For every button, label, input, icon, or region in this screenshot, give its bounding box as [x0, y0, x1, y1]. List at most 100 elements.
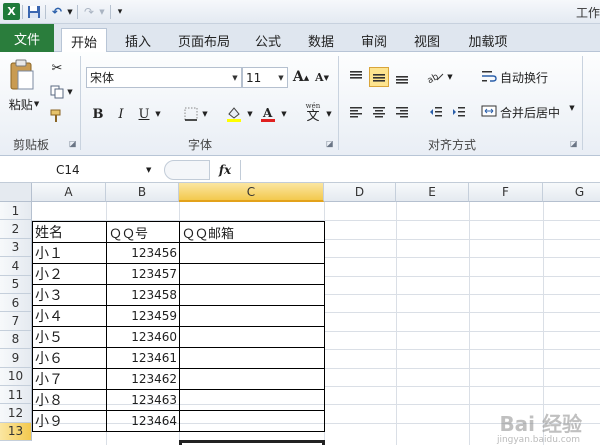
tab-formulas[interactable]: 公式	[248, 28, 288, 52]
undo-dropdown-icon[interactable]: ▼	[66, 3, 74, 20]
row-header[interactable]: 8	[0, 330, 32, 350]
align-top-icon[interactable]	[346, 67, 366, 87]
save-icon[interactable]	[26, 3, 41, 20]
cell-qq[interactable]: 123464	[106, 410, 180, 433]
underline-button[interactable]: U	[136, 104, 152, 124]
redo-dropdown-icon[interactable]: ▼	[98, 3, 106, 20]
grow-font-button[interactable]: A ▲	[293, 67, 309, 87]
tab-review[interactable]: 审阅	[354, 28, 394, 52]
cell-name[interactable]: 小１	[32, 242, 107, 265]
fill-color-dropdown-icon[interactable]: ▼	[246, 104, 254, 124]
column-header-a[interactable]: A	[32, 183, 106, 202]
italic-button[interactable]: I	[113, 104, 129, 124]
font-name-select[interactable]: 宋体 ▼	[86, 67, 242, 88]
cell-qq[interactable]: 123459	[106, 305, 180, 328]
increase-indent-icon[interactable]	[449, 102, 469, 122]
font-size-select[interactable]: 11 ▼	[242, 67, 288, 88]
worksheet-grid[interactable]: A B C D E F G 1 2 3 4 5 6 7 8 9 10 11 12…	[0, 183, 600, 445]
active-cell-c14[interactable]	[179, 440, 325, 445]
paste-button[interactable]: 粘贴 ▼	[6, 96, 42, 112]
borders-icon[interactable]	[182, 104, 200, 124]
tab-insert[interactable]: 插入	[115, 28, 161, 52]
merge-center-button[interactable]: 合并后居中	[481, 102, 560, 122]
font-launcher-icon[interactable]: ◪	[326, 139, 334, 148]
cell-name[interactable]: 小９	[32, 410, 107, 433]
row-header[interactable]: 2	[0, 220, 32, 239]
select-all-corner[interactable]	[0, 183, 32, 202]
cell-qq[interactable]: 123457	[106, 263, 180, 286]
font-color-icon[interactable]: A	[258, 104, 278, 124]
cell-qq[interactable]: 123460	[106, 326, 180, 349]
row-header[interactable]: 1	[0, 202, 32, 221]
column-header-e[interactable]: E	[396, 183, 469, 202]
align-center-icon[interactable]	[369, 102, 389, 122]
column-header-b[interactable]: B	[106, 183, 179, 202]
clipboard-launcher-icon[interactable]: ◪	[69, 139, 77, 148]
cell-email[interactable]	[179, 389, 325, 412]
column-header-g[interactable]: G	[543, 183, 600, 202]
decrease-indent-icon[interactable]	[426, 102, 446, 122]
orientation-dropdown-icon[interactable]: ▼	[446, 67, 454, 87]
row-header[interactable]: 10	[0, 367, 32, 386]
cell-qq[interactable]: 123463	[106, 389, 180, 412]
cell-name[interactable]: 小５	[32, 326, 107, 349]
alignment-launcher-icon[interactable]: ◪	[570, 139, 578, 148]
format-painter-icon[interactable]	[48, 108, 66, 124]
tab-file[interactable]: 文件	[0, 24, 54, 52]
row-header[interactable]: 3	[0, 238, 32, 258]
wrap-text-button[interactable]: 自动换行	[481, 67, 548, 87]
undo-icon[interactable]: ↶	[50, 3, 64, 20]
phonetic-dropdown-icon[interactable]: ▼	[325, 104, 333, 124]
cell-name[interactable]: 小２	[32, 263, 107, 286]
cell-name[interactable]: 小８	[32, 389, 107, 412]
align-bottom-icon[interactable]	[392, 67, 412, 87]
row-header[interactable]: 7	[0, 312, 32, 331]
cell-email[interactable]	[179, 305, 325, 328]
cell-name[interactable]: 小３	[32, 284, 107, 307]
header-cell-name[interactable]: 姓名	[32, 221, 107, 244]
row-header[interactable]: 9	[0, 349, 32, 368]
cell-name[interactable]: 小４	[32, 305, 107, 328]
align-left-icon[interactable]	[346, 102, 366, 122]
underline-dropdown-icon[interactable]: ▼	[154, 104, 162, 124]
row-header[interactable]: 13	[0, 422, 32, 442]
bold-button[interactable]: B	[90, 104, 106, 124]
row-header[interactable]: 4	[0, 257, 32, 276]
cell-name[interactable]: 小７	[32, 368, 107, 391]
tab-home[interactable]: 开始	[61, 28, 107, 53]
cell-email[interactable]	[179, 368, 325, 391]
row-header[interactable]: 5	[0, 275, 32, 294]
merge-dropdown-icon[interactable]: ▼	[568, 104, 576, 112]
row-header[interactable]: 11	[0, 386, 32, 405]
tab-page-layout[interactable]: 页面布局	[172, 28, 236, 52]
cut-icon[interactable]: ✂	[48, 60, 66, 76]
name-box[interactable]: C14	[4, 160, 160, 180]
font-color-dropdown-icon[interactable]: ▼	[280, 104, 288, 124]
row-header[interactable]: 12	[0, 404, 32, 423]
cell-email[interactable]	[179, 263, 325, 286]
insert-function-icon[interactable]: fx	[214, 160, 236, 180]
header-cell-email[interactable]: ＱＱ邮箱	[179, 221, 325, 244]
cell-email[interactable]	[179, 347, 325, 370]
header-cell-qq[interactable]: ＱＱ号	[106, 221, 180, 244]
cell-qq[interactable]: 123456	[106, 242, 180, 265]
align-right-icon[interactable]	[392, 102, 412, 122]
cell-qq[interactable]: 123462	[106, 368, 180, 391]
orientation-icon[interactable]: ab	[426, 67, 446, 87]
fill-color-icon[interactable]	[224, 104, 244, 124]
tab-view[interactable]: 视图	[407, 28, 447, 52]
customize-qat-icon[interactable]: ▾	[115, 3, 125, 20]
cell-email[interactable]	[179, 326, 325, 349]
cell-qq[interactable]: 123461	[106, 347, 180, 370]
tab-data[interactable]: 数据	[301, 28, 341, 52]
column-header-c[interactable]: C	[179, 183, 324, 202]
formula-input[interactable]	[240, 160, 600, 180]
cell-email[interactable]	[179, 284, 325, 307]
paste-icon[interactable]	[8, 58, 36, 92]
cell-qq[interactable]: 123458	[106, 284, 180, 307]
cell-email[interactable]	[179, 242, 325, 265]
tab-addins[interactable]: 加载项	[460, 28, 516, 52]
row-header[interactable]: 6	[0, 294, 32, 313]
cell-name[interactable]: 小６	[32, 347, 107, 370]
borders-dropdown-icon[interactable]: ▼	[201, 104, 209, 124]
